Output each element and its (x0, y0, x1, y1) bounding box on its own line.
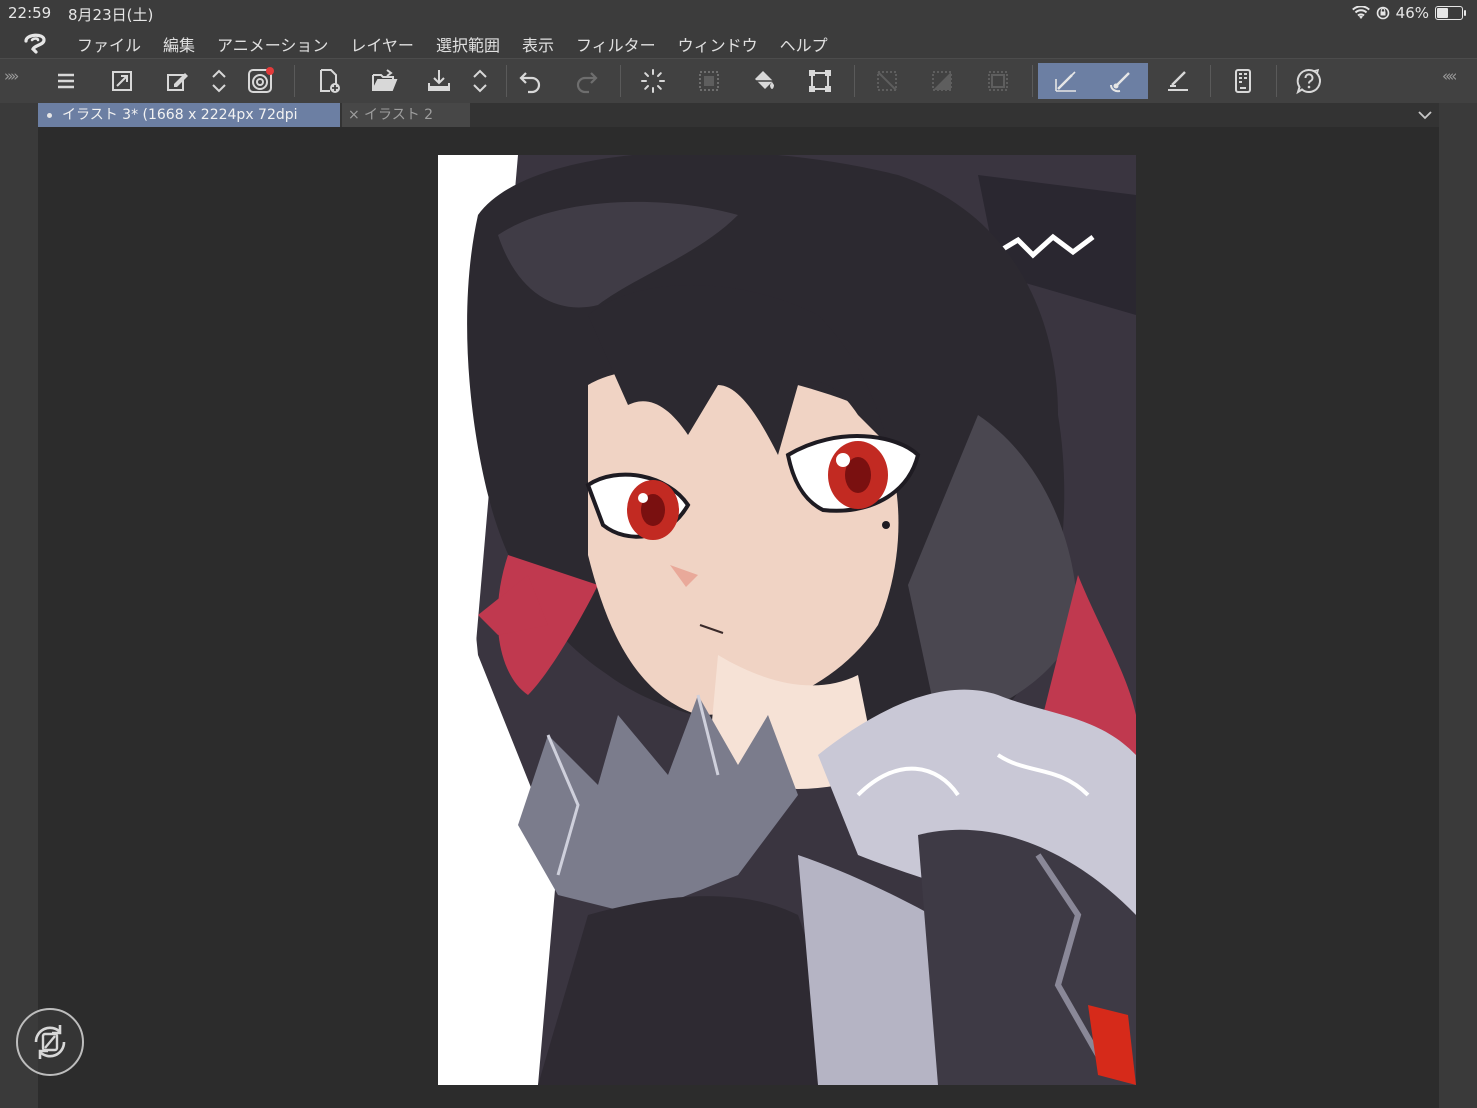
loading-spinner-icon (641, 69, 665, 93)
eraser-ruler-button[interactable] (1160, 63, 1196, 99)
status-right: 46% (1351, 4, 1466, 22)
brush-tool-button[interactable] (1093, 63, 1148, 99)
fill-bucket-icon (755, 71, 774, 89)
eraser-ruler-icon (1168, 71, 1188, 91)
save-button[interactable] (421, 63, 457, 99)
new-file-icon (320, 69, 340, 93)
clip-studio-logo-icon[interactable] (22, 31, 48, 55)
menu-bar: ファイル 編集 アニメーション レイヤー 選択範囲 表示 フィルター ウィンドウ… (0, 28, 1477, 58)
menu-animation[interactable]: アニメーション (206, 32, 339, 56)
toolbar-divider (1210, 65, 1211, 97)
selection-border-icon (988, 71, 1008, 91)
toolbar-divider (854, 65, 855, 97)
clear-selection-icon (877, 71, 897, 91)
loading-button[interactable] (635, 63, 671, 99)
command-bar: »» «« (0, 58, 1477, 104)
rotate-canvas-icon (34, 1025, 66, 1059)
scroll-arrows-1[interactable] (201, 63, 237, 99)
status-bar: 22:59 8月23日(土) 46% (0, 0, 1477, 28)
smartphone-icon (1235, 69, 1251, 93)
battery-percent: 46% (1395, 4, 1429, 22)
right-side-panel (1439, 103, 1477, 1108)
undo-icon (519, 72, 541, 94)
redo-icon (576, 72, 598, 94)
left-panel-collapse[interactable]: »» (4, 67, 19, 85)
selection-border-button[interactable] (980, 63, 1016, 99)
help-icon (1296, 68, 1321, 95)
companion-mode-button[interactable] (242, 63, 278, 99)
scroll-arrows-icon (212, 69, 226, 93)
status-date: 8月23日(土) (68, 6, 154, 24)
document-tab-bar: イラスト 3* (1668 x 2224px 72dpi 62.9%) × イラ… (38, 103, 1439, 147)
tab-illust-3[interactable]: イラスト 3* (1668 x 2224px 72dpi 62.9%) (38, 103, 340, 147)
invert-selection-button[interactable] (924, 63, 960, 99)
redo-button[interactable] (568, 63, 604, 99)
tab-illust-2[interactable]: × イラスト 2 (342, 103, 470, 127)
menu-selection[interactable]: 選択範囲 (425, 32, 511, 56)
menu-edit[interactable]: 編集 (152, 32, 206, 56)
tab-label: イラスト 2 (364, 107, 434, 123)
toolbar-divider (1276, 65, 1277, 97)
edit-canvas-button[interactable] (159, 63, 195, 99)
fill-button[interactable] (746, 63, 782, 99)
menu-items: ファイル 編集 アニメーション レイヤー 選択範囲 表示 フィルター ウィンドウ… (66, 32, 839, 56)
scroll-arrows-2[interactable] (462, 63, 498, 99)
transform-icon (809, 70, 831, 92)
chevron-down-icon[interactable] (1417, 107, 1433, 123)
selection-dotted-icon (699, 71, 719, 91)
fit-canvas-button[interactable] (104, 63, 140, 99)
scroll-arrows-icon (473, 69, 487, 93)
clear-selection-button[interactable] (869, 63, 905, 99)
edit-canvas-icon (167, 73, 188, 91)
menu-file[interactable]: ファイル (66, 32, 152, 56)
drawing-canvas[interactable] (438, 155, 1136, 1085)
hamburger-menu-button[interactable] (48, 63, 84, 99)
menu-layer[interactable]: レイヤー (339, 32, 425, 56)
undo-button[interactable] (513, 63, 549, 99)
left-side-panel (0, 103, 38, 1108)
canvas-illustration[interactable] (438, 155, 1136, 1085)
toolbar-divider (620, 65, 621, 97)
companion-mode-icon (248, 67, 274, 93)
toolbar-divider (506, 65, 507, 97)
right-panel-collapse[interactable]: «« (1442, 67, 1457, 85)
pen-tool-icon (1054, 71, 1076, 92)
help-button[interactable] (1291, 63, 1327, 99)
fit-canvas-icon (112, 71, 132, 91)
menu-window[interactable]: ウィンドウ (667, 32, 769, 56)
close-icon[interactable]: × (348, 103, 360, 127)
open-folder-icon (372, 69, 398, 91)
unsaved-dot-icon (47, 113, 52, 118)
orientation-lock-icon (1376, 6, 1389, 20)
wifi-icon (1351, 6, 1370, 19)
toolbar-divider (1032, 65, 1033, 97)
menu-view[interactable]: 表示 (511, 32, 565, 56)
selection-button[interactable] (691, 63, 727, 99)
brush-tool-icon (1109, 72, 1130, 93)
open-folder-button[interactable] (366, 63, 402, 99)
transform-button[interactable] (802, 63, 838, 99)
rotate-canvas-button[interactable] (16, 1008, 84, 1076)
hamburger-menu-icon (58, 73, 74, 89)
battery-icon (1435, 6, 1466, 20)
status-time: 22:59 (8, 4, 52, 22)
menu-filter[interactable]: フィルター (565, 32, 667, 56)
invert-selection-icon (932, 71, 952, 91)
menu-help[interactable]: ヘルプ (769, 32, 839, 56)
save-icon (428, 70, 450, 91)
new-file-button[interactable] (311, 63, 347, 99)
smartphone-button[interactable] (1225, 63, 1261, 99)
toolbar-divider (294, 65, 295, 97)
pen-tool-button[interactable] (1038, 63, 1093, 99)
